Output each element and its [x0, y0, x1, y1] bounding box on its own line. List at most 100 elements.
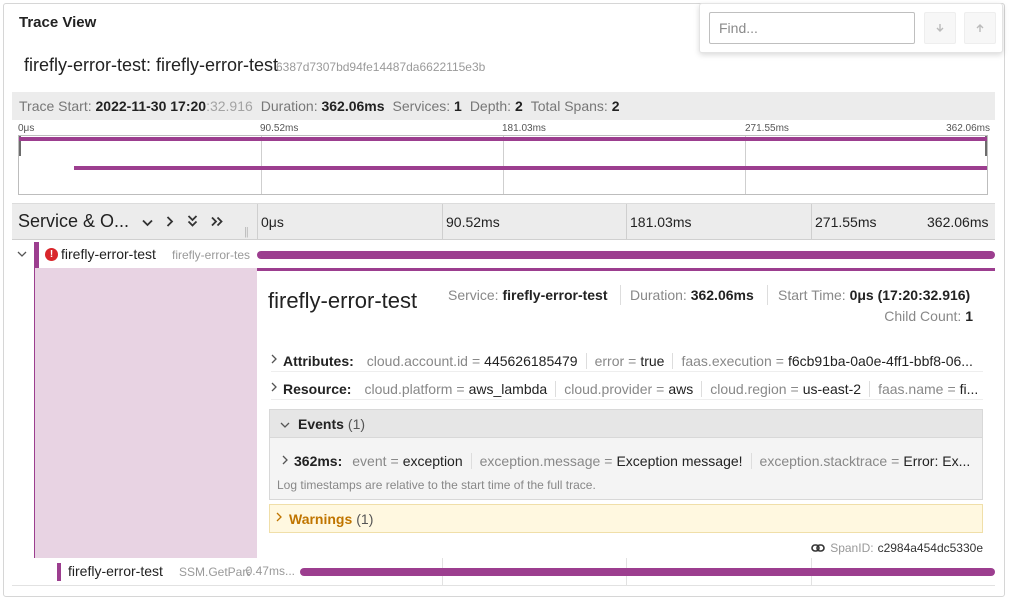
attributes-row[interactable]: Attributes: cloud.account.id = 44562618547… — [271, 350, 983, 372]
expand-event-icon[interactable] — [282, 455, 294, 468]
minimap-gridline — [261, 136, 262, 194]
detail-child-count: Child Count: 1 — [884, 308, 973, 324]
event-row[interactable]: 362ms: event = exception exception.message… — [282, 450, 972, 472]
panel-title: Trace View — [19, 14, 97, 31]
header-tick: 90.52ms — [446, 213, 500, 230]
resource-value: fi... — [959, 380, 979, 397]
detail-duration-value: 362.06ms — [690, 287, 754, 303]
resource-row[interactable]: Resource: cloud.platform = aws_lambda clou… — [271, 378, 983, 400]
attribute-value: true — [640, 352, 665, 369]
services-label: Services: — [392, 98, 451, 114]
services-value: 1 — [454, 98, 462, 114]
expand-attributes-icon[interactable] — [271, 354, 283, 367]
expand-warnings-icon[interactable] — [276, 512, 289, 525]
span-bar[interactable] — [300, 568, 995, 576]
span-detail-gutter — [35, 268, 257, 558]
event-value: Exception message! — [616, 453, 743, 469]
next-match-button[interactable] — [924, 12, 956, 44]
detail-duration: Duration: 362.06ms — [630, 287, 754, 303]
span-detail-title: firefly-error-test — [268, 288, 418, 313]
detail-service-label: Service: — [448, 287, 499, 303]
find-input[interactable] — [709, 12, 915, 44]
meta-divider — [620, 285, 621, 305]
error-icon: ! — [45, 248, 58, 261]
prev-match-button[interactable] — [964, 12, 996, 44]
resource-key: cloud.provider — [564, 380, 653, 397]
span-bar[interactable] — [257, 251, 995, 259]
expand-resource-icon[interactable] — [271, 382, 283, 395]
span-row[interactable]: firefly-error-test SSM.GetParameter ...0… — [12, 558, 995, 585]
span-service-name: firefly-error-test — [68, 563, 163, 579]
minimap-gridline — [503, 136, 504, 194]
resource-value: aws — [668, 380, 694, 397]
column-resize-handle[interactable]: || — [244, 226, 249, 238]
table-bottom-border — [12, 585, 995, 586]
expand-all-icon[interactable] — [211, 214, 223, 230]
minimap-ticks: 0μs 90.52ms 181.03ms 271.55ms 362.06ms — [18, 123, 990, 135]
events-header[interactable]: Events (1) — [270, 410, 982, 438]
minimap-tick: 181.03ms — [502, 123, 546, 134]
event-key: event — [352, 453, 387, 469]
collapse-events-icon[interactable] — [280, 416, 290, 432]
timeline-minimap[interactable] — [18, 135, 988, 195]
depth-label: Depth: — [469, 98, 512, 114]
warnings-label: Warnings — [289, 510, 353, 527]
header-tick: 362.06ms — [927, 213, 989, 230]
total-spans-value: 2 — [611, 98, 620, 114]
minimap-tick: 362.06ms — [946, 123, 990, 134]
collapse-span-icon[interactable] — [17, 250, 33, 261]
detail-duration-label: Duration: — [630, 287, 687, 303]
resource-label: Resource: — [283, 380, 352, 397]
warnings-section[interactable]: Warnings (1) — [269, 504, 983, 533]
events-count: (1) — [347, 415, 366, 432]
total-spans-label: Total Spans: — [530, 98, 608, 114]
minimap-tick: 0μs — [18, 123, 35, 134]
event-value: exception — [402, 453, 463, 469]
span-color-strip — [57, 563, 61, 581]
span-id-label: SpanID: — [830, 541, 874, 555]
detail-child-value: 1 — [965, 308, 973, 324]
events-section: Events (1) 362ms: event = exception except… — [269, 409, 983, 500]
header-tick: 181.03ms — [630, 213, 692, 230]
trace-name: firefly-error-test: firefly-error-test — [24, 55, 279, 75]
trace-id: 6387d7307bd94fe14487da6622115e3b — [276, 60, 486, 74]
span-row[interactable]: ! firefly-error-test firefly-error-test — [12, 242, 995, 268]
collapse-one-icon[interactable] — [142, 214, 153, 230]
detail-service: Service: firefly-error-test — [448, 287, 608, 303]
resource-value: aws_lambda — [468, 380, 548, 397]
minimap-span-bar — [74, 166, 987, 170]
trace-start-value: 2022-11-30 17:20 — [95, 98, 207, 114]
event-value: Error: Ex... — [903, 453, 971, 469]
event-key: exception.message — [479, 453, 601, 469]
expand-one-icon[interactable] — [166, 214, 174, 230]
service-operation-header: Service & O... — [12, 204, 257, 239]
meta-divider — [767, 285, 768, 305]
detail-start-label: Start Time: — [778, 287, 846, 303]
header-tick: 271.55ms — [815, 213, 877, 230]
arrow-down-icon — [936, 24, 944, 32]
event-time: 362ms: — [294, 453, 343, 469]
collapse-all-icon[interactable] — [187, 214, 198, 230]
span-duration-label: ...0.47ms — [245, 564, 295, 578]
resource-key: faas.name — [878, 380, 944, 397]
minimap-span-bar — [19, 137, 987, 141]
warnings-count: (1) — [356, 510, 374, 527]
span-id[interactable]: SpanID: c2984a454dc5330e — [811, 541, 983, 555]
resource-key: cloud.region — [710, 380, 787, 397]
minimap-tick: 90.52ms — [260, 123, 299, 134]
minimap-tick: 271.55ms — [745, 123, 789, 134]
detail-start-value: 0μs (17:20:32.916) — [849, 287, 971, 303]
attribute-key: error — [594, 352, 625, 369]
find-toolbar — [699, 3, 1003, 53]
duration-value: 362.06ms — [321, 98, 385, 114]
trace-start-seconds: :32.916 — [206, 98, 253, 114]
event-key: exception.stacktrace — [759, 453, 888, 469]
resource-value: us-east-2 — [802, 380, 862, 397]
span-operation-name: SSM.GetParameter — [179, 565, 250, 579]
detail-start-time: Start Time: 0μs (17:20:32.916) — [778, 287, 970, 303]
depth-value: 2 — [514, 98, 523, 114]
attributes-label: Attributes: — [283, 352, 354, 369]
service-operation-title: Service & O... — [18, 211, 130, 231]
detail-child-label: Child Count: — [884, 308, 962, 324]
attribute-key: cloud.account.id — [366, 352, 468, 369]
